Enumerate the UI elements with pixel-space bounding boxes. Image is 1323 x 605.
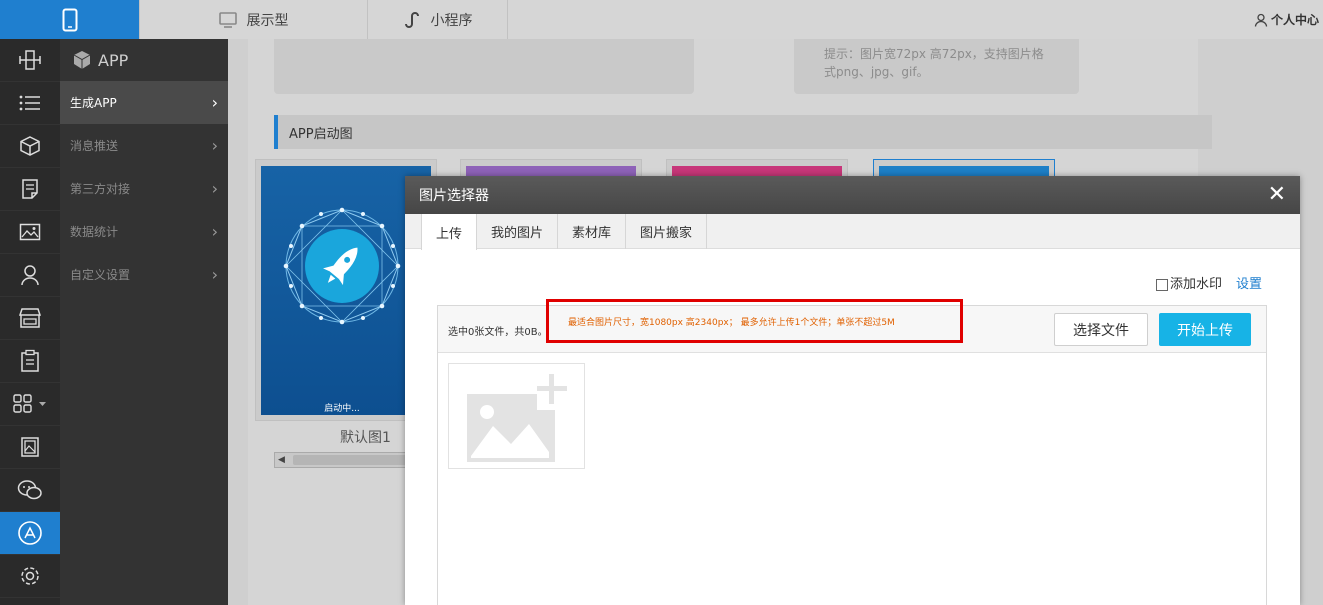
launch-text: 启动中...	[324, 402, 360, 414]
submenu-item-label: 自定义设置	[70, 268, 131, 282]
tab-miniprogram[interactable]: 小程序	[368, 0, 508, 39]
uploader-toolbar: 选中0张文件，共0B。 最适合图片尺寸，宽1080px 高2340px； 最多允…	[438, 299, 1266, 353]
image-picker-modal: 图片选择器 ✕ 上传 我的图片 素材库 图片搬家 添加水印 设置 选中0张文件，…	[405, 176, 1300, 605]
cube-icon	[20, 136, 40, 156]
wechat-icon	[17, 480, 42, 500]
start-upload-button[interactable]: 开始上传	[1159, 313, 1251, 346]
watermark-checkbox[interactable]	[1155, 278, 1168, 291]
submenu-item-label: 消息推送	[70, 139, 119, 153]
submenu-item-label: 数据统计	[70, 225, 119, 239]
submenu-item-statistics[interactable]: 数据统计 ›	[60, 210, 228, 253]
chevron-right-icon: ›	[211, 136, 218, 155]
tab-my-images[interactable]: 我的图片	[477, 214, 559, 249]
rail-item-app-store[interactable]	[0, 512, 60, 555]
settings-link[interactable]: 设置	[1236, 273, 1262, 292]
image-icon	[19, 223, 41, 241]
chevron-right-icon: ›	[211, 222, 218, 241]
list-icon	[19, 95, 40, 111]
app-submenu: APP 生成APP › 消息推送 › 第三方对接 › 数据统计 › 自定义设置 …	[60, 39, 228, 605]
rail-item-user[interactable]	[0, 254, 60, 297]
rail-item-settings[interactable]	[0, 555, 60, 598]
section-title: APP启动图	[274, 115, 1212, 149]
icon-tip-box: 提示：图片宽72px 高72px，支持图片格 式png、jpg、gif。	[794, 39, 1079, 94]
submenu-header: APP	[60, 39, 228, 81]
close-icon[interactable]: ✕	[1268, 184, 1286, 206]
image-size-hint-text: 最适合图片尺寸，宽1080px 高2340px； 最多允许上传1个文件；单张不超…	[568, 317, 895, 328]
icon-tip-line: 提示：图片宽72px 高72px，支持图片格	[824, 47, 1044, 61]
document-icon	[22, 179, 38, 199]
rail-item-cube[interactable]	[0, 125, 60, 168]
plugin-icon	[19, 50, 41, 70]
image-size-hint: 最适合图片尺寸，宽1080px 高2340px； 最多允许上传1个文件；单张不超…	[546, 299, 963, 343]
user-center-label: 个人中心	[1270, 13, 1319, 27]
submenu-title: APP	[98, 50, 129, 70]
phone-icon	[62, 8, 77, 31]
select-file-button[interactable]: 选择文件	[1054, 313, 1148, 346]
settings-icon	[21, 567, 39, 585]
app-store-icon	[18, 521, 42, 545]
modal-header: 图片选择器 ✕	[405, 176, 1300, 214]
add-image-tile[interactable]	[448, 363, 585, 469]
user-icon	[21, 265, 39, 286]
icon-rail	[0, 39, 60, 605]
submenu-item-push[interactable]: 消息推送 ›	[60, 124, 228, 167]
rail-item-grid[interactable]	[0, 383, 60, 426]
chevron-right-icon: ›	[211, 93, 218, 112]
rail-item-clipboard[interactable]	[0, 340, 60, 383]
picture-frame-icon	[21, 437, 39, 457]
icon-tip-line: 式png、jpg、gif。	[824, 65, 929, 79]
icon-upload-box	[274, 39, 694, 94]
default-image-caption: 默认图1	[340, 430, 391, 446]
chevron-right-icon: ›	[211, 179, 218, 198]
rail-item-picture-frame[interactable]	[0, 426, 60, 469]
modal-title: 图片选择器	[419, 188, 489, 204]
tab-upload[interactable]: 上传	[421, 214, 478, 250]
user-center-link[interactable]: 个人中心	[1254, 0, 1319, 39]
modal-tabs: 上传 我的图片 素材库 图片搬家	[405, 214, 1300, 250]
tab-showcase-label: 展示型	[246, 12, 289, 29]
watermark-row: 添加水印 设置	[1155, 273, 1262, 292]
watermark-checkbox-label[interactable]: 添加水印	[1155, 273, 1222, 292]
top-bar: 展示型 小程序 个人中心	[0, 0, 1323, 39]
rail-item-image[interactable]	[0, 211, 60, 254]
grid-icon	[13, 394, 46, 413]
mobile-mode-tab[interactable]	[0, 0, 139, 39]
scroll-left-arrow-icon[interactable]: ◀	[278, 453, 285, 467]
tab-image-move[interactable]: 图片搬家	[626, 214, 708, 249]
miniprogram-icon	[404, 11, 419, 28]
uploader-area: 选中0张文件，共0B。 最适合图片尺寸，宽1080px 高2340px； 最多允…	[437, 299, 1267, 605]
rail-item-plugin[interactable]	[0, 39, 60, 82]
monitor-icon	[218, 11, 237, 28]
submenu-item-label: 第三方对接	[70, 182, 131, 196]
user-icon	[1254, 13, 1268, 27]
store-icon	[18, 308, 42, 328]
tab-miniprogram-label: 小程序	[430, 12, 473, 29]
submenu-item-third-party[interactable]: 第三方对接 ›	[60, 167, 228, 210]
chevron-right-icon: ›	[211, 265, 218, 284]
tab-material-library[interactable]: 素材库	[558, 214, 627, 249]
selected-count-text: 选中0张文件，共0B。	[448, 327, 548, 338]
submenu-item-generate-app[interactable]: 生成APP ›	[60, 81, 228, 124]
rail-item-wechat[interactable]	[0, 469, 60, 512]
add-image-icon	[467, 372, 567, 462]
submenu-item-label: 生成APP	[70, 96, 117, 110]
submenu-item-custom-settings[interactable]: 自定义设置 ›	[60, 253, 228, 296]
rail-item-list[interactable]	[0, 82, 60, 125]
cube-icon	[73, 51, 91, 69]
rail-item-store[interactable]	[0, 297, 60, 340]
clipboard-icon	[21, 349, 39, 372]
rail-item-document[interactable]	[0, 168, 60, 211]
tab-showcase[interactable]: 展示型	[139, 0, 368, 39]
watermark-label: 添加水印	[1169, 277, 1222, 292]
